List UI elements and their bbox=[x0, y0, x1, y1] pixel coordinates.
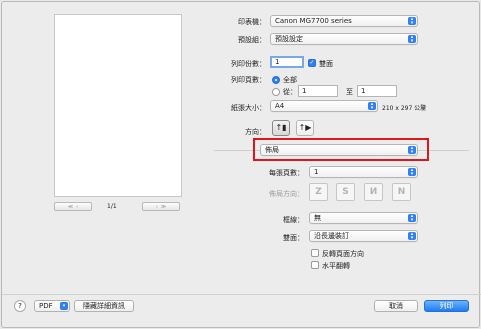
presets-select[interactable]: 預設設定 ▴ ▾ bbox=[270, 33, 418, 45]
portrait-icon: ↑▮ bbox=[275, 123, 287, 132]
pdf-label: PDF bbox=[39, 302, 53, 310]
direction-n-icon[interactable]: N bbox=[392, 183, 411, 201]
direction-s-icon[interactable]: S bbox=[336, 183, 355, 201]
reverse-orientation-label: 反轉頁面方向 bbox=[322, 250, 364, 258]
footer-divider bbox=[2, 294, 481, 295]
two-sided-label: 雙面： bbox=[283, 234, 304, 242]
presets-value: 預設設定 bbox=[275, 35, 303, 43]
printer-label: 印表機： bbox=[238, 18, 266, 26]
duplex-checkbox[interactable]: ✓ bbox=[308, 59, 316, 67]
hide-details-button[interactable]: 隱藏詳細資訊 bbox=[74, 300, 134, 312]
flip-horizontal-label: 水平翻轉 bbox=[322, 262, 350, 270]
landscape-button[interactable]: ↑▶ bbox=[296, 120, 314, 136]
print-button[interactable]: 列印 bbox=[424, 300, 469, 312]
duplex-label: 雙面 bbox=[319, 60, 333, 68]
orientation-label: 方向： bbox=[245, 128, 266, 136]
first-page-icon[interactable]: ≪ bbox=[68, 204, 73, 210]
last-page-icon[interactable]: ≫ bbox=[161, 204, 166, 210]
paper-size-label: 紙張大小： bbox=[231, 104, 266, 112]
chevron-down-icon: ▾ bbox=[60, 302, 68, 310]
landscape-icon: ↑▶ bbox=[298, 123, 312, 132]
pages-all-label: 全部 bbox=[283, 76, 297, 84]
next-page-icon[interactable]: › bbox=[156, 204, 158, 210]
highlight-box bbox=[253, 138, 429, 161]
pages-per-sheet-label: 每張頁數： bbox=[269, 169, 304, 177]
portrait-button[interactable]: ↑▮ bbox=[272, 120, 290, 136]
next-page-buttons[interactable]: › ≫ bbox=[142, 202, 180, 211]
printer-select[interactable]: Canon MG7700 series ▴ ▾ bbox=[270, 15, 418, 27]
two-sided-select[interactable]: 沿長邊裝訂 ▴ ▾ bbox=[309, 230, 418, 242]
pages-all-radio[interactable] bbox=[272, 76, 280, 84]
pages-to-label: 至 bbox=[346, 88, 353, 96]
layout-direction-label: 佈局方向： bbox=[269, 190, 304, 198]
printer-value: Canon MG7700 series bbox=[275, 17, 352, 25]
pages-per-sheet-select[interactable]: 1 ▴ ▾ bbox=[309, 166, 418, 178]
pages-label: 列印頁數： bbox=[231, 76, 266, 84]
two-sided-value: 沿長邊裝訂 bbox=[314, 232, 349, 240]
paper-dimensions: 210 x 297 公釐 bbox=[382, 105, 427, 112]
prev-page-buttons[interactable]: ≪ ‹ bbox=[54, 202, 92, 211]
reverse-orientation-checkbox[interactable] bbox=[311, 249, 319, 257]
popup-arrows-icon: ▴ ▾ bbox=[408, 35, 416, 44]
pages-per-sheet-value: 1 bbox=[314, 168, 319, 176]
prev-page-icon[interactable]: ‹ bbox=[76, 204, 78, 210]
paper-size-value: A4 bbox=[275, 102, 285, 110]
page-indicator: 1/1 bbox=[107, 203, 117, 210]
pages-from-input[interactable]: 1 bbox=[298, 85, 338, 97]
cancel-button[interactable]: 取消 bbox=[374, 300, 418, 312]
copies-input[interactable]: 1 bbox=[270, 56, 304, 68]
copies-label: 列印份數： bbox=[231, 60, 266, 68]
pages-range-radio[interactable] bbox=[272, 88, 280, 96]
popup-arrows-icon: ▴ ▾ bbox=[408, 214, 416, 223]
border-value: 無 bbox=[314, 214, 321, 222]
popup-arrows-icon: ▴ ▾ bbox=[408, 168, 416, 177]
direction-n-reverse-icon[interactable]: И bbox=[364, 183, 383, 201]
pages-from-label: 從： bbox=[283, 88, 297, 96]
popup-arrows-icon: ▴ ▾ bbox=[408, 17, 416, 26]
pdf-menu-button[interactable]: PDF ▾ bbox=[34, 300, 70, 312]
border-label: 框線： bbox=[283, 216, 304, 224]
flip-horizontal-checkbox[interactable] bbox=[311, 261, 319, 269]
paper-size-select[interactable]: A4 ▴ ▾ bbox=[270, 100, 378, 112]
print-dialog: ≪ ‹ 1/1 › ≫ 印表機： Canon MG7700 series ▴ ▾ … bbox=[1, 1, 481, 328]
border-select[interactable]: 無 ▴ ▾ bbox=[309, 212, 418, 224]
popup-arrows-icon: ▴ ▾ bbox=[368, 102, 376, 111]
popup-arrows-icon: ▴ ▾ bbox=[408, 232, 416, 241]
pages-to-input[interactable]: 1 bbox=[357, 85, 397, 97]
page-preview bbox=[54, 14, 182, 197]
direction-z-icon[interactable]: Z bbox=[309, 183, 328, 201]
help-icon[interactable]: ? bbox=[14, 300, 26, 312]
presets-label: 預設組： bbox=[238, 36, 266, 44]
